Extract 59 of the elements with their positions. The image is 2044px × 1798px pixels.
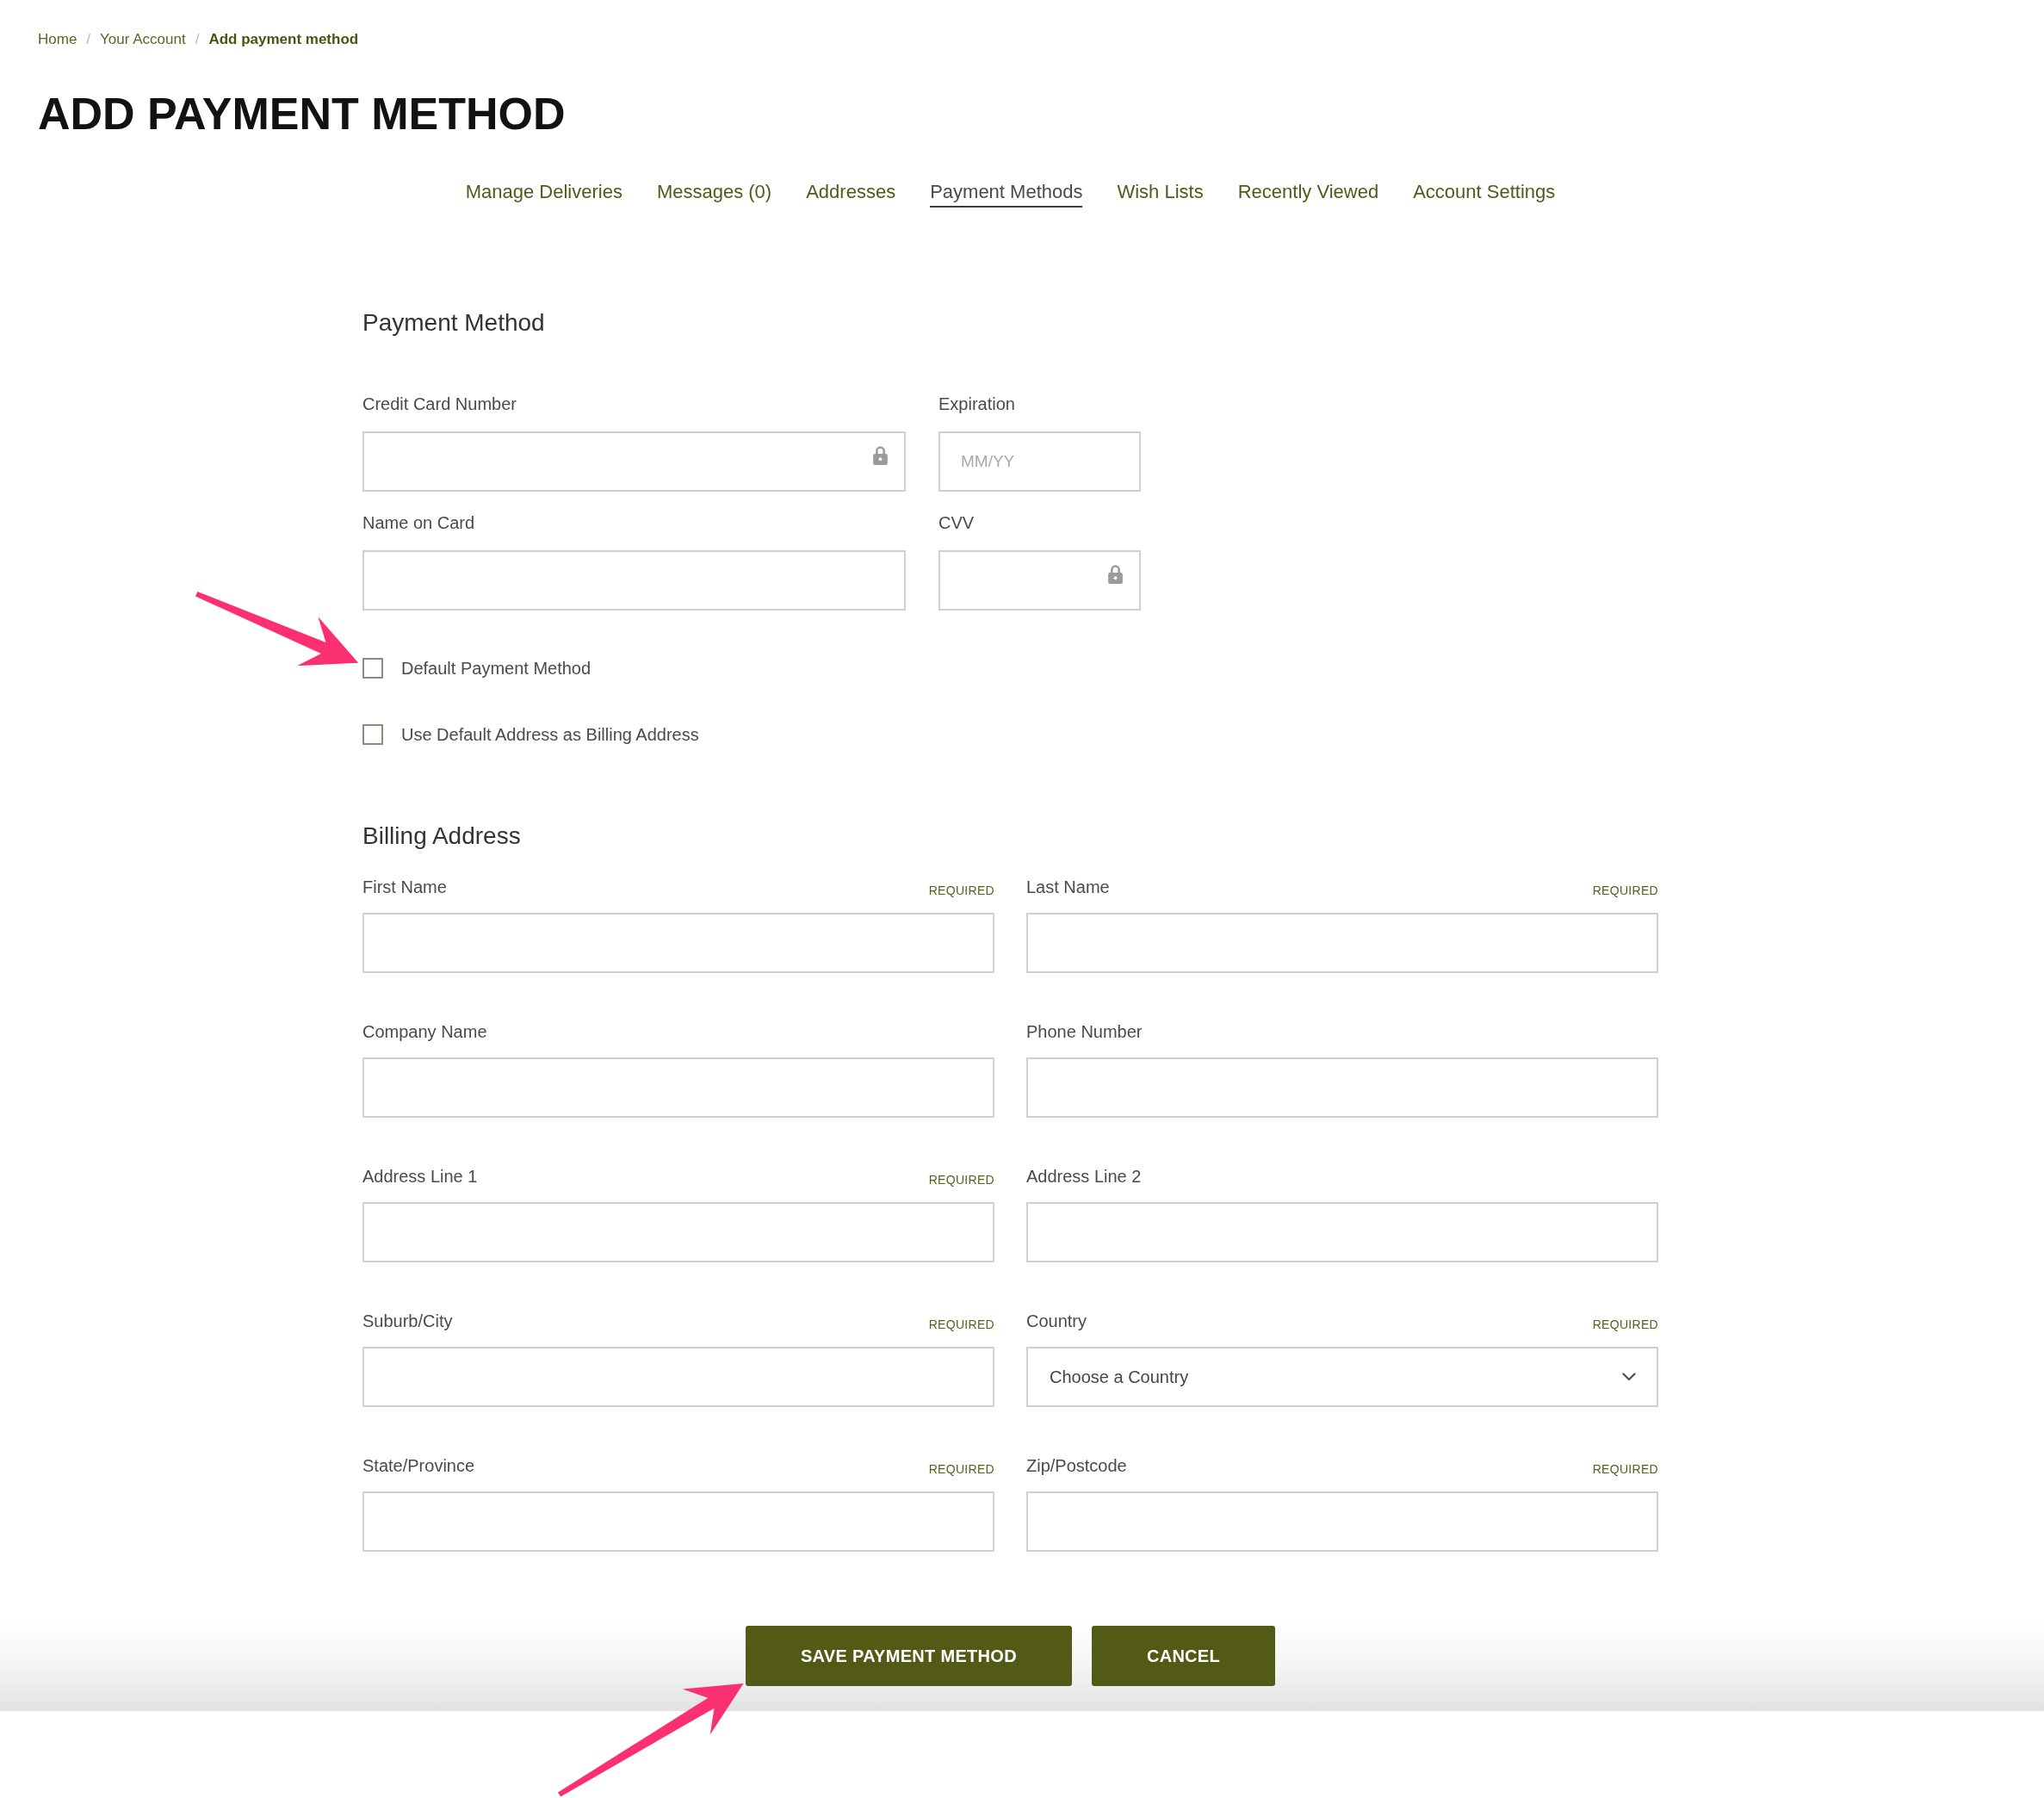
input-field[interactable]	[938, 550, 1141, 611]
breadcrumb-separator: /	[195, 30, 200, 49]
checkbox-label[interactable]: Use Default Address as Billing Address	[401, 723, 699, 746]
dropdown-field[interactable]: Choose a Country	[1026, 1347, 1658, 1407]
field-label: Name on Card	[362, 512, 475, 534]
section-heading: Billing Address	[362, 822, 521, 851]
section-heading: Payment Method	[362, 308, 545, 338]
cancel-button[interactable]: CANCEL	[1091, 1626, 1276, 1686]
field-label: Credit Card Number	[362, 394, 517, 415]
breadcrumb-separator: /	[86, 30, 91, 49]
field-label: Address Line 1	[362, 1166, 478, 1187]
required-label: REQUIRED	[928, 1172, 994, 1187]
breadcrumb-link[interactable]: Home	[38, 29, 77, 50]
breadcrumb-link[interactable]: Your Account	[100, 29, 186, 50]
input-field[interactable]	[362, 1491, 994, 1552]
field-label: Suburb/City	[362, 1311, 453, 1332]
field-label: First Name	[362, 877, 447, 898]
account-tab[interactable]: Messages (0)	[656, 179, 772, 208]
input-field[interactable]	[1026, 1491, 1658, 1552]
input-field[interactable]	[362, 1057, 994, 1118]
account-tab[interactable]: Payment Methods	[930, 179, 1083, 208]
checkbox-label[interactable]: Default Payment Method	[401, 657, 592, 679]
required-label: REQUIRED	[1592, 883, 1658, 898]
page-title: ADD PAYMENT METHOD	[38, 88, 566, 140]
checkbox[interactable]	[362, 724, 383, 745]
input-field[interactable]	[1026, 1057, 1658, 1118]
input-field[interactable]	[362, 1347, 994, 1407]
input-field[interactable]	[362, 1202, 994, 1262]
input-field[interactable]	[362, 913, 994, 973]
account-tab[interactable]: Recently Viewed	[1237, 179, 1379, 208]
checkbox[interactable]	[362, 658, 383, 679]
field-label: State/Province	[362, 1455, 475, 1477]
save-button[interactable]: SAVE PAYMENT METHOD	[745, 1626, 1072, 1686]
input-field[interactable]	[362, 431, 906, 492]
chevron-down-icon	[1622, 1373, 1636, 1381]
field-label: Address Line 2	[1026, 1166, 1142, 1187]
required-label: REQUIRED	[1592, 1317, 1658, 1332]
account-tab[interactable]: Addresses	[806, 179, 896, 208]
required-label: REQUIRED	[928, 1461, 994, 1477]
field-label: Expiration	[938, 394, 1015, 415]
account-tab[interactable]: Wish Lists	[1117, 179, 1204, 208]
field-label: Last Name	[1026, 877, 1110, 898]
input-field[interactable]	[1026, 913, 1658, 973]
account-tab[interactable]: Account Settings	[1413, 179, 1556, 208]
field-label: Zip/Postcode	[1026, 1455, 1127, 1477]
required-label: REQUIRED	[1592, 1461, 1658, 1477]
required-label: REQUIRED	[928, 1317, 994, 1332]
input-field[interactable]: MM/YY	[938, 431, 1141, 492]
breadcrumb-current: Add payment method	[208, 30, 359, 49]
lock-icon	[1108, 564, 1123, 584]
account-tab[interactable]: Manage Deliveries	[465, 179, 622, 208]
input-field[interactable]	[362, 550, 906, 611]
required-label: REQUIRED	[928, 883, 994, 898]
field-label: CVV	[938, 512, 975, 534]
field-label: Company Name	[362, 1021, 487, 1043]
field-label: Phone Number	[1026, 1021, 1143, 1043]
input-field[interactable]	[1026, 1202, 1658, 1262]
lock-icon	[873, 445, 888, 465]
field-label: Country	[1026, 1311, 1087, 1332]
